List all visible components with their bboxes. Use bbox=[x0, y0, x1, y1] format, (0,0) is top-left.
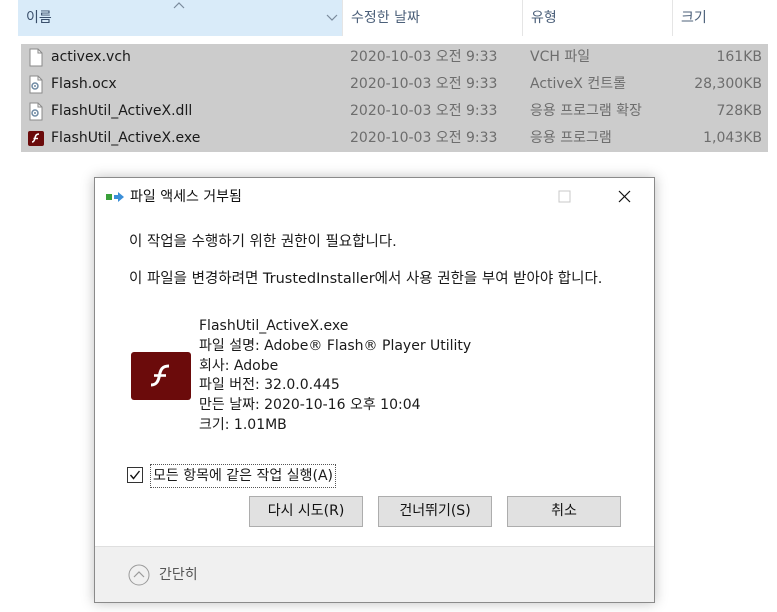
file-date: 2020-10-03 오전 9:33 bbox=[350, 76, 498, 92]
file-date: 2020-10-03 오전 9:33 bbox=[350, 49, 498, 65]
file-row[interactable]: FlashUtil_ActiveX.dll 2020-10-03 오전 9:33… bbox=[21, 98, 768, 125]
column-type-header[interactable]: 유형 bbox=[523, 0, 673, 36]
column-size-label: 크기 bbox=[681, 10, 707, 26]
file-name: FlashUtil_ActiveX.dll bbox=[51, 103, 193, 119]
info-description: 파일 설명: Adobe® Flash® Player Utility bbox=[199, 337, 472, 354]
file-size: 28,300KB bbox=[694, 76, 762, 92]
file-size: 1,043KB bbox=[703, 130, 762, 146]
apply-all-label[interactable]: 모든 항목에 같은 작업 실행(A) bbox=[150, 464, 336, 488]
flash-player-icon bbox=[131, 352, 191, 400]
chevron-down-icon[interactable] bbox=[325, 12, 339, 24]
file-row[interactable]: Flash.ocx 2020-10-03 오전 9:33 ActiveX 컨트롤… bbox=[21, 71, 768, 98]
file-list: activex.vch 2020-10-03 오전 9:33 VCH 파일 16… bbox=[21, 44, 768, 152]
file-name: activex.vch bbox=[51, 49, 131, 65]
skip-button[interactable]: 건너뛰기(S) bbox=[378, 496, 492, 527]
permission-message: 이 작업을 수행하기 위한 권한이 필요합니다. bbox=[129, 234, 397, 250]
title-bar[interactable]: 파일 액세스 거부됨 bbox=[95, 178, 654, 216]
fewer-details-link[interactable]: 간단히 bbox=[159, 547, 198, 603]
file-name: Flash.ocx bbox=[51, 76, 117, 92]
dialog-title: 파일 액세스 거부됨 bbox=[130, 189, 242, 205]
sort-ascending-icon bbox=[173, 2, 185, 9]
info-version: 파일 버전: 32.0.0.445 bbox=[199, 377, 340, 394]
retry-button[interactable]: 다시 시도(R) bbox=[249, 496, 363, 527]
file-row[interactable]: activex.vch 2020-10-03 오전 9:33 VCH 파일 16… bbox=[21, 44, 768, 71]
flash-app-icon bbox=[28, 131, 44, 146]
info-filename: FlashUtil_ActiveX.exe bbox=[199, 318, 349, 334]
column-date-label: 수정한 날짜 bbox=[351, 10, 420, 26]
file-date: 2020-10-03 오전 9:33 bbox=[350, 130, 498, 146]
close-icon[interactable] bbox=[601, 178, 647, 216]
column-date-header[interactable]: 수정한 날짜 bbox=[343, 0, 523, 36]
file-size: 728KB bbox=[716, 103, 762, 119]
gear-file-icon bbox=[29, 102, 43, 121]
chevron-up-circle-icon[interactable] bbox=[128, 564, 150, 586]
column-size-header[interactable]: 크기 bbox=[673, 0, 777, 36]
checkmark-icon bbox=[129, 470, 141, 480]
file-date: 2020-10-03 오전 9:33 bbox=[350, 103, 498, 119]
file-type: VCH 파일 bbox=[530, 49, 591, 65]
info-company: 회사: Adobe bbox=[199, 357, 279, 374]
gear-file-icon bbox=[29, 75, 43, 94]
column-name-label: 이름 bbox=[26, 10, 52, 26]
cancel-button[interactable]: 취소 bbox=[507, 496, 621, 527]
file-move-icon bbox=[106, 192, 124, 202]
file-name: FlashUtil_ActiveX.exe bbox=[51, 130, 201, 146]
file-type: ActiveX 컨트롤 bbox=[530, 76, 626, 92]
access-denied-dialog: 파일 액세스 거부됨 이 작업을 수행하기 위한 권한이 필요합니다. 이 파일… bbox=[94, 177, 655, 603]
document-icon bbox=[29, 48, 43, 67]
file-row[interactable]: FlashUtil_ActiveX.exe 2020-10-03 오전 9:33… bbox=[21, 125, 768, 152]
info-created: 만든 날짜: 2020-10-16 오후 10:04 bbox=[199, 397, 421, 414]
column-type-label: 유형 bbox=[531, 10, 557, 26]
trustedinstaller-message: 이 파일을 변경하려면 TrustedInstaller에서 사용 권한을 부여… bbox=[129, 271, 603, 287]
dialog-footer: 간단히 bbox=[95, 546, 654, 602]
checkbox[interactable] bbox=[127, 467, 143, 483]
file-type: 응용 프로그램 bbox=[530, 130, 612, 146]
file-size: 161KB bbox=[716, 49, 762, 65]
column-header: 이름 수정한 날짜 유형 크기 bbox=[0, 0, 777, 36]
file-info: FlashUtil_ActiveX.exe 파일 설명: Adobe® Flas… bbox=[199, 317, 471, 436]
info-size: 크기: 1.01MB bbox=[199, 416, 287, 433]
file-type: 응용 프로그램 확장 bbox=[530, 103, 642, 119]
maximize-icon[interactable] bbox=[541, 178, 587, 216]
